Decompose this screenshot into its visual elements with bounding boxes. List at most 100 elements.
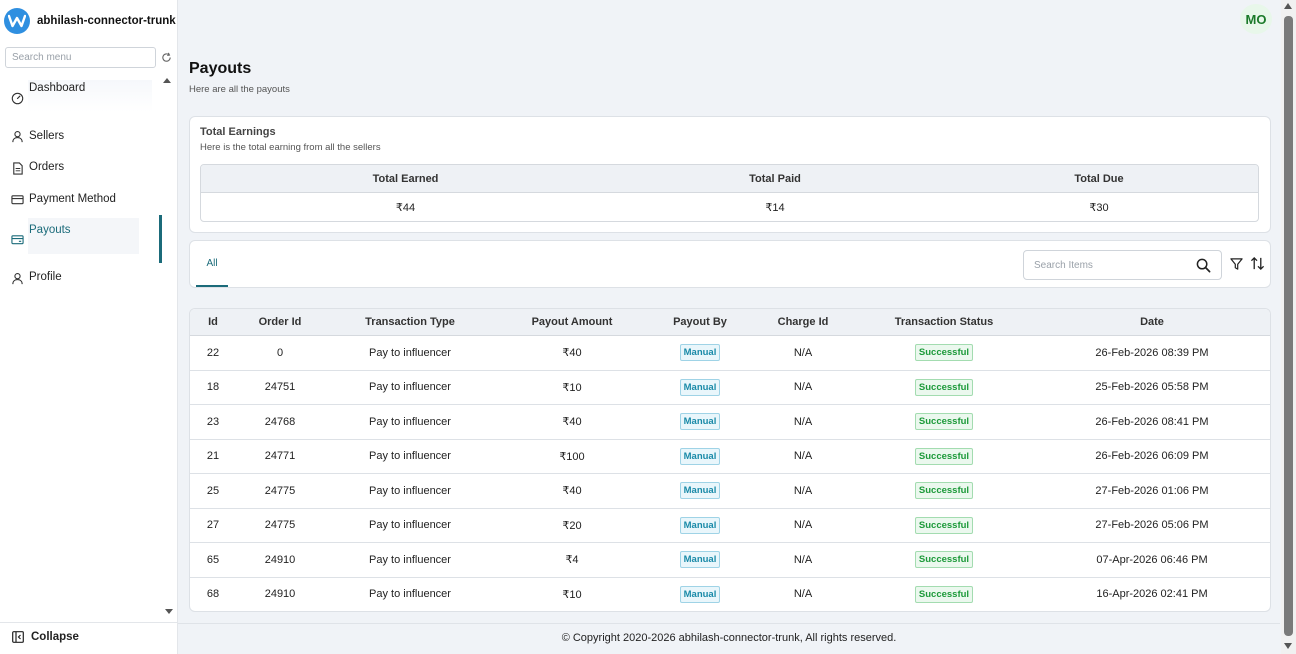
search-box: [1023, 250, 1222, 280]
payout-by-badge: Manual: [679, 447, 721, 465]
sidebar-item-orders[interactable]: Orders: [0, 152, 160, 182]
cell-transaction-status: Successful: [854, 474, 1034, 508]
cell-payout-amount: ₹40: [562, 485, 582, 498]
cell-payout-amount: ₹40: [562, 416, 582, 429]
column-header-id[interactable]: Id: [190, 309, 236, 335]
cell-transaction-type: Pay to influencer: [369, 484, 451, 497]
cell-order-id: 24775: [264, 519, 296, 532]
cell-order-id: 24751: [264, 381, 296, 394]
table-row[interactable]: 18 24751 Pay to influencer ₹10 Manual N/A Succ…: [190, 371, 1270, 405]
earnings-subtitle: Here is the total earning from all the s…: [200, 142, 381, 153]
column-header-order-id[interactable]: Order Id: [236, 309, 324, 335]
sidebar-item-label: Sellers: [29, 130, 65, 142]
cell-payout-by: Manual: [648, 405, 752, 439]
earnings-header-cell: Total Due: [1074, 172, 1124, 185]
cell-charge-id: N/A: [793, 346, 813, 359]
table-row[interactable]: 68 24910 Pay to influencer ₹10 Manual N/A Succ…: [190, 578, 1270, 612]
page-subtitle: Here are all the payouts: [189, 84, 290, 95]
search-icon[interactable]: [1196, 258, 1211, 273]
column-header-transaction-type[interactable]: Transaction Type: [324, 309, 496, 335]
total-paid-value: ₹14: [765, 201, 785, 214]
earnings-title: Total Earnings: [200, 126, 276, 138]
page-title: Payouts: [189, 60, 252, 77]
menu-scroll-up-icon[interactable]: [163, 78, 171, 83]
cell-transaction-status: Successful: [854, 405, 1034, 439]
cell-charge-id: N/A: [793, 450, 813, 463]
cell-date: 07-Apr-2026 06:46 PM: [1096, 553, 1208, 566]
status-badge: Successful: [914, 378, 974, 396]
column-header-date[interactable]: Date: [1034, 309, 1270, 335]
cell-payout-amount: ₹10: [562, 381, 582, 394]
cell-charge-id: N/A: [793, 553, 813, 566]
table-row[interactable]: 25 24775 Pay to influencer ₹40 Manual N/A Succ…: [190, 474, 1270, 509]
table-row[interactable]: 27 24775 Pay to influencer ₹20 Manual N/A Succ…: [190, 509, 1270, 543]
cell-charge-id: N/A: [793, 588, 813, 601]
scrollbar-thumb[interactable]: [1284, 16, 1293, 636]
cell-payout-by: Manual: [648, 474, 752, 508]
sidebar-item-payment-method[interactable]: Payment Method: [0, 184, 160, 214]
cell-transaction-type: Pay to influencer: [369, 381, 451, 394]
column-header-payout-by[interactable]: Payout By: [648, 309, 752, 335]
cell-id: 18: [206, 381, 220, 394]
total-due-value: ₹30: [1089, 201, 1109, 214]
menu-scroll-down-icon[interactable]: [165, 609, 173, 614]
page-scrollbar[interactable]: [1281, 0, 1296, 654]
avatar[interactable]: MO: [1240, 4, 1272, 34]
status-badge: Successful: [914, 551, 974, 569]
cell-payout-by: Manual: [648, 509, 752, 543]
sidebar-item-label: Payouts: [29, 224, 71, 236]
total-earnings-card: Total Earnings Here is the total earning…: [189, 116, 1271, 233]
cell-order-id: 24910: [264, 553, 296, 566]
cell-transaction-status: Successful: [854, 371, 1034, 405]
column-header-transaction-status[interactable]: Transaction Status: [854, 309, 1034, 335]
table-row[interactable]: 22 0 Pay to influencer ₹40 Manual N/A Successf…: [190, 336, 1270, 371]
column-header-charge-id[interactable]: Charge Id: [752, 309, 854, 335]
payout-by-badge: Manual: [679, 482, 721, 500]
payouts-table: Id Order Id Transaction Type Payout Amou…: [189, 308, 1271, 612]
scroll-down-icon[interactable]: [1284, 643, 1292, 649]
table-header-row: Id Order Id Transaction Type Payout Amou…: [190, 309, 1270, 336]
refresh-icon[interactable]: [161, 52, 172, 63]
cell-id: 22: [206, 346, 220, 359]
cell-payout-by: Manual: [648, 543, 752, 577]
cell-transaction-type: Pay to influencer: [369, 588, 451, 601]
payout-by-badge: Manual: [679, 378, 721, 396]
cell-transaction-status: Successful: [854, 578, 1034, 612]
earnings-table: Total Earned Total Paid Total Due ₹44 ₹1…: [200, 164, 1259, 222]
sidebar-item-payouts[interactable]: Payouts: [0, 220, 160, 250]
sidebar-item-profile[interactable]: Profile: [0, 262, 160, 292]
filter-icon[interactable]: [1230, 257, 1243, 271]
sidebar-item-dashboard[interactable]: Dashboard: [0, 80, 160, 110]
table-row[interactable]: 65 24910 Pay to influencer ₹4 Manual N/A Succe…: [190, 543, 1270, 578]
brand[interactable]: abhilash-connector-trunk: [4, 8, 176, 34]
cell-transaction-status: Successful: [854, 336, 1034, 370]
sidebar-item-sellers[interactable]: Sellers: [0, 121, 160, 151]
status-badge: Successful: [914, 482, 974, 500]
table-row[interactable]: 23 24768 Pay to influencer ₹40 Manual N/A Succ…: [190, 405, 1270, 440]
sidebar-item-label: Payment Method: [29, 193, 116, 205]
cell-date: 25-Feb-2026 05:58 PM: [1095, 381, 1209, 394]
cell-order-id: 24910: [264, 588, 296, 601]
cell-id: 25: [206, 484, 220, 497]
cell-charge-id: N/A: [793, 415, 813, 428]
cell-payout-amount: ₹20: [562, 519, 582, 532]
search-menu-input[interactable]: [5, 47, 156, 68]
cell-date: 27-Feb-2026 05:06 PM: [1095, 519, 1209, 532]
tab-all[interactable]: All: [196, 241, 228, 287]
column-header-payout-amount[interactable]: Payout Amount: [496, 309, 648, 335]
toolbar-card: All: [189, 240, 1271, 288]
cell-order-id: 24768: [264, 415, 296, 428]
cell-id: 68: [206, 588, 220, 601]
table-row[interactable]: 21 24771 Pay to influencer ₹100 Manual N/A Suc…: [190, 440, 1270, 474]
collapse-button[interactable]: Collapse: [12, 631, 79, 643]
cell-payout-amount: ₹10: [562, 588, 582, 601]
document-icon: [13, 162, 23, 175]
status-badge: Successful: [914, 585, 974, 603]
cell-date: 16-Apr-2026 02:41 PM: [1096, 588, 1208, 601]
cell-charge-id: N/A: [793, 484, 813, 497]
cell-charge-id: N/A: [793, 381, 813, 394]
scroll-up-icon[interactable]: [1284, 3, 1292, 9]
search-input[interactable]: [1024, 251, 1189, 279]
sort-icon[interactable]: [1250, 256, 1265, 271]
card-icon: [11, 195, 24, 205]
